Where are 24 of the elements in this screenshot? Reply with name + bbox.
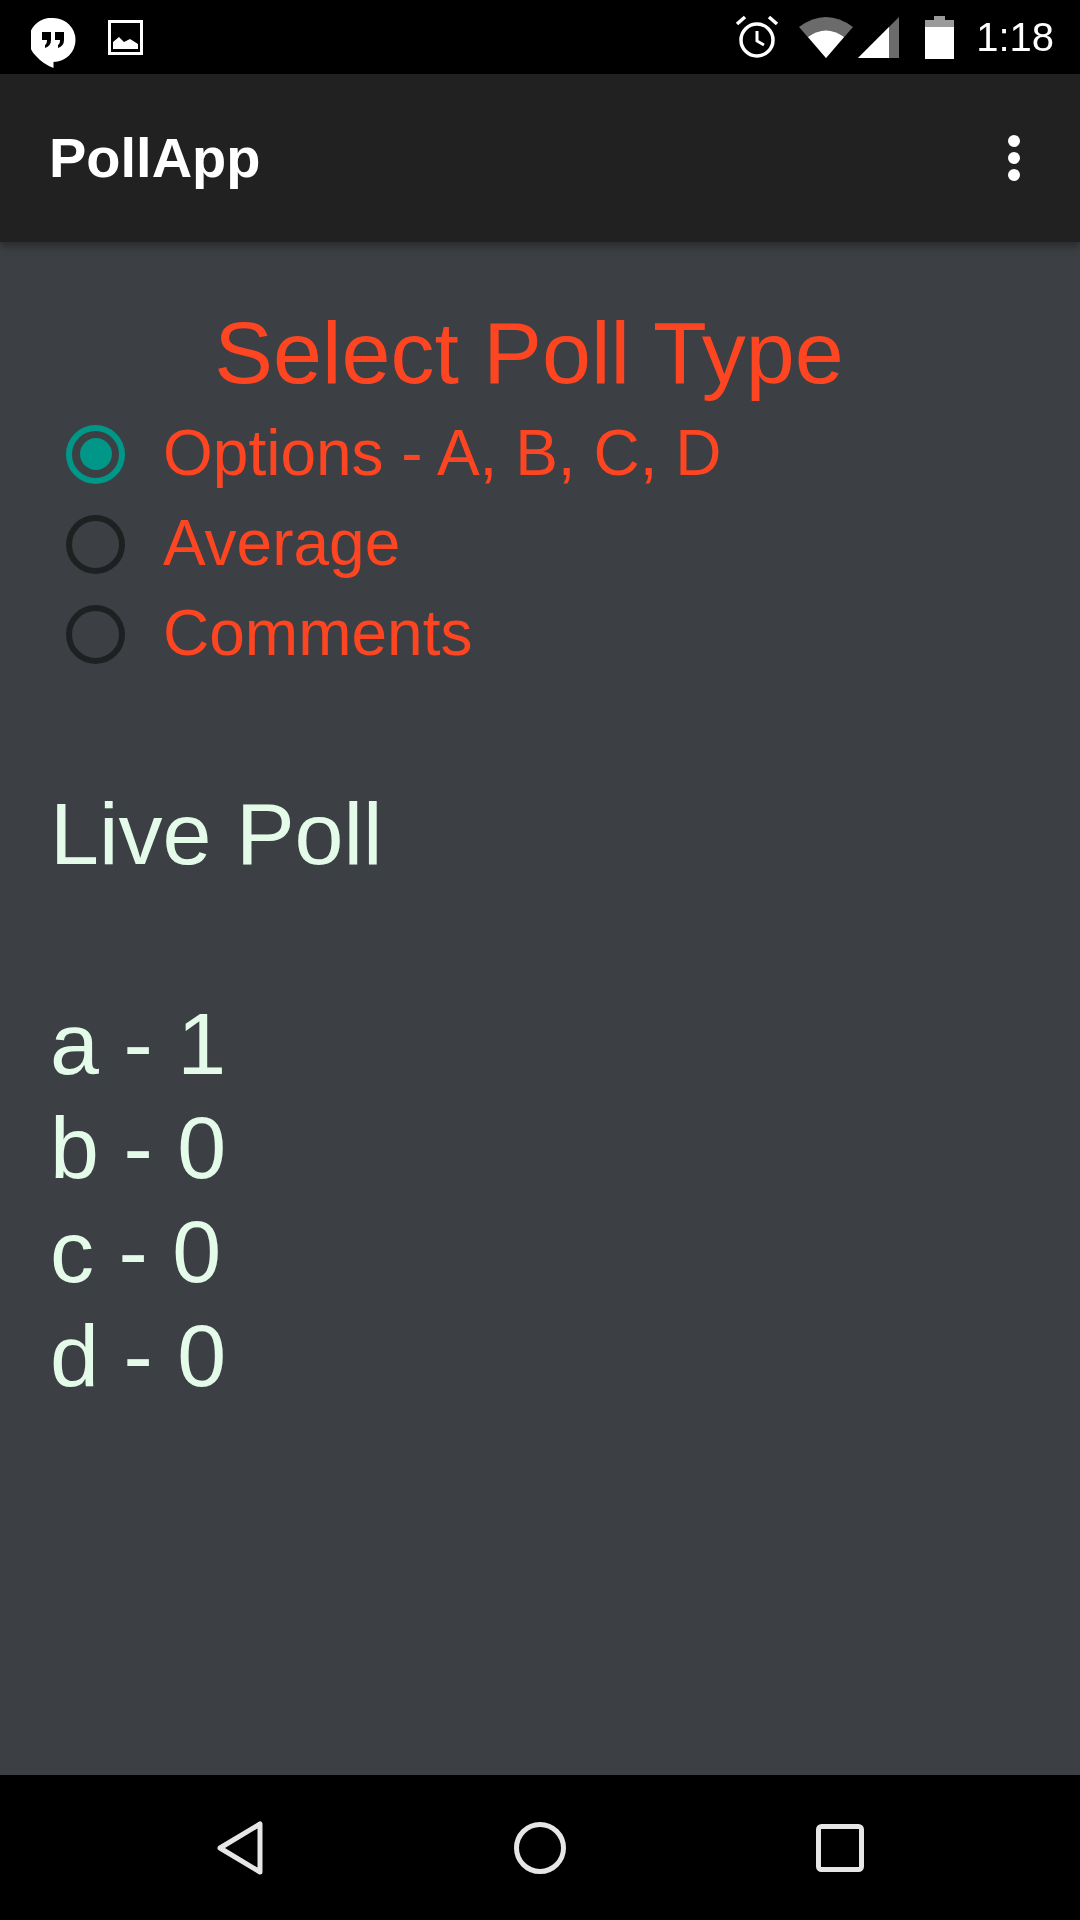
- overflow-menu-icon[interactable]: [1007, 134, 1021, 182]
- poll-result: b - 0: [50, 1097, 227, 1200]
- radio-label[interactable]: Options - A, B, C, D: [163, 417, 722, 491]
- radio-label[interactable]: Comments: [163, 597, 473, 671]
- radio-button[interactable]: [66, 514, 125, 574]
- app-title: PollApp: [49, 125, 261, 191]
- home-icon[interactable]: [514, 1821, 566, 1874]
- poll-type-heading: Select Poll Type: [214, 302, 844, 404]
- poll-result: c - 0: [50, 1201, 222, 1304]
- poll-result: a - 1: [50, 993, 227, 1096]
- radio-label[interactable]: Average: [163, 507, 401, 581]
- radio-button[interactable]: [66, 424, 125, 484]
- recents-icon[interactable]: [816, 1823, 864, 1872]
- alarm-clock-icon: [735, 15, 780, 59]
- poll-result: d - 0: [50, 1305, 227, 1408]
- back-icon[interactable]: [216, 1820, 264, 1875]
- image-icon: [108, 19, 143, 55]
- cell-signal-icon: [858, 16, 900, 58]
- chat-bubble-icon: [31, 18, 76, 68]
- wifi-icon: [799, 16, 854, 58]
- clock-time: 1:18: [976, 17, 1054, 57]
- battery-icon: [925, 15, 955, 59]
- live-poll-heading: Live Poll: [49, 783, 383, 886]
- radio-button[interactable]: [66, 604, 125, 664]
